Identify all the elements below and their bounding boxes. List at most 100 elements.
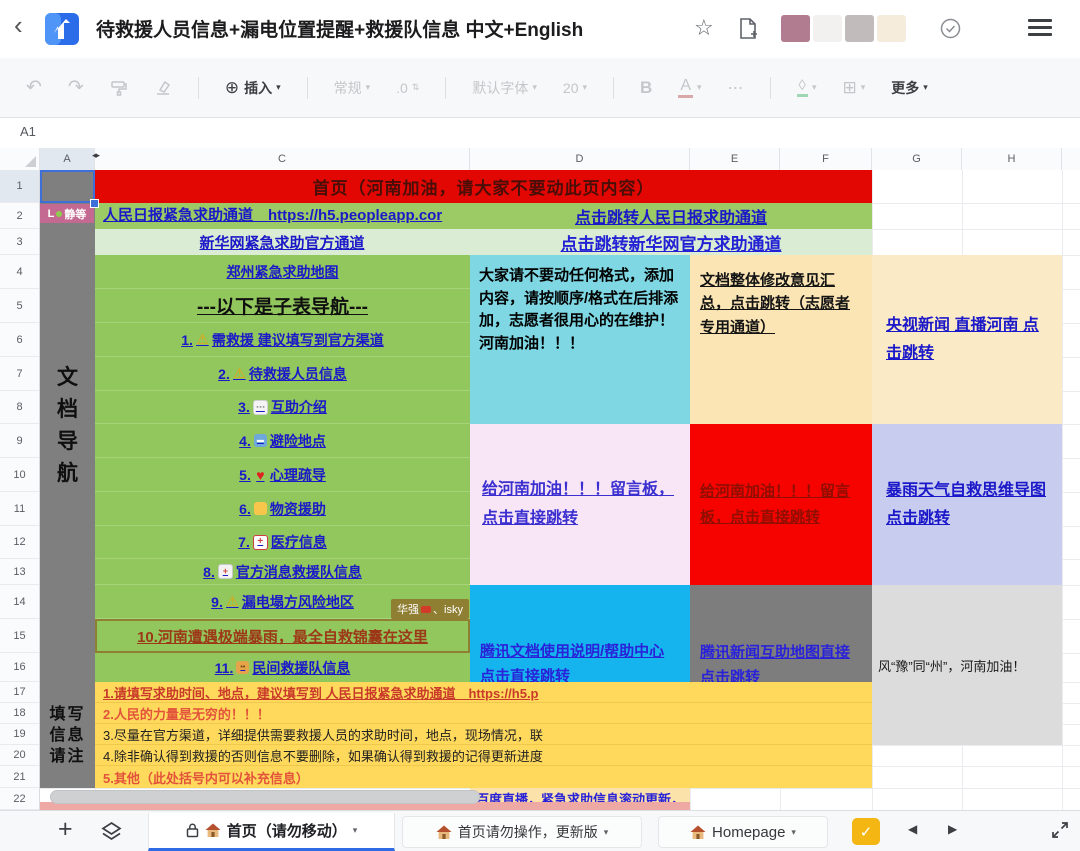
clear-format-icon[interactable] [154, 79, 172, 97]
row-number[interactable]: 10 [0, 458, 39, 492]
row-number[interactable]: 2 [0, 203, 39, 229]
row-number[interactable]: 4 [0, 255, 39, 289]
nav-item-num: 8. [203, 564, 215, 580]
column-header-A[interactable]: A [40, 148, 95, 170]
column-header-F[interactable]: F [780, 148, 872, 170]
fill-handle[interactable] [90, 199, 99, 208]
nav-item-6-link[interactable]: 6.物资援助 [95, 492, 470, 526]
tab-home-updated[interactable]: 首页请勿操作，更新版 ▾ [402, 816, 642, 848]
row-number[interactable]: 16 [0, 653, 39, 682]
row-number[interactable]: 7 [0, 357, 39, 391]
prev-sheet-icon[interactable]: ◀ [908, 822, 917, 836]
nav-item-4-link[interactable]: 4.避险地点 [95, 424, 470, 458]
tencent-docs-logo[interactable] [44, 11, 80, 47]
horizontal-scrollbar[interactable] [50, 790, 480, 804]
column-header-D[interactable]: D [470, 148, 690, 170]
row-number[interactable]: 19 [0, 724, 39, 745]
format-notice-cell[interactable]: 大家请不要动任何格式，添加内容，请按顺序/格式在后排添加，志愿者很用心的在维护！… [470, 255, 690, 424]
bold-button[interactable]: B [640, 78, 652, 98]
expand-icon[interactable] [1050, 820, 1070, 845]
tab-homepage[interactable]: Homepage ▾ [658, 816, 828, 848]
decimal-icon[interactable]: .0⇅ [396, 80, 419, 96]
row-number[interactable]: 18 [0, 703, 39, 724]
nav-zhengzhou-map-link[interactable]: 郑州紧急求助地图 [95, 255, 470, 289]
font-dropdown[interactable]: 默认字体▾ [472, 78, 537, 98]
medical-icon [253, 535, 268, 550]
add-sheet-button[interactable]: + [58, 815, 73, 844]
next-sheet-icon[interactable]: ▶ [948, 822, 957, 836]
row-number[interactable]: 13 [0, 559, 39, 585]
row-number[interactable]: 12 [0, 526, 39, 559]
feedback-link-cell[interactable]: 文档整体修改意见汇总，点击跳转（志愿者专用通道） [690, 255, 872, 424]
star-icon[interactable]: ☆ [694, 15, 714, 41]
nav-item-2-link[interactable]: 2.待救援人员信息 [95, 357, 470, 391]
column-header-E[interactable]: E [690, 148, 780, 170]
hidden-column-marker[interactable]: ◂▸ [92, 150, 99, 161]
people-daily-channel-link[interactable]: 人民日报紧急求助通道 https://h5.peopleapp.cor [95, 203, 469, 229]
nav-item-5-link[interactable]: 5.心理疏导 [95, 458, 470, 492]
column-header-C[interactable]: C [95, 148, 470, 170]
insert-button[interactable]: ⊕ 插入 ▾ [225, 78, 281, 98]
nav-item-10-link[interactable]: 10.河南遭遇极端暴雨，最全自救锦囊在这里 [95, 619, 470, 653]
row-number[interactable]: 9 [0, 424, 39, 458]
mindmap-link-cell[interactable]: 暴雨天气自救思维导图 点击跳转 [872, 424, 1062, 585]
select-all-corner[interactable] [0, 148, 40, 170]
saved-check-icon [940, 18, 961, 39]
row-number[interactable]: 20 [0, 745, 39, 766]
avatar[interactable] [845, 15, 874, 42]
home-banner-cell[interactable]: 首页（河南加油，请大家不要动此页内容） [95, 170, 872, 203]
nav-item-11-link[interactable]: 11.民间救援队信息 [95, 653, 470, 682]
avatar[interactable] [877, 15, 906, 42]
back-chevron-icon[interactable]: ‹ [14, 12, 23, 38]
row-number[interactable]: 14 [0, 585, 39, 619]
more-format-icon[interactable]: ⋯ [728, 78, 744, 98]
xinhua-jump-link[interactable]: 点击跳转新华网官方求助通道 [470, 229, 872, 255]
cell-doc-nav[interactable]: 文档导航 [40, 170, 95, 682]
nav-item-1-link[interactable]: 1.需救援 建议填写到官方渠道 [95, 323, 470, 357]
cctv-live-link-cell[interactable]: 央视新闻 直播河南 点击跳转 [872, 255, 1062, 424]
row-number[interactable]: 8 [0, 391, 39, 424]
cell-name-box[interactable]: A1 [20, 124, 36, 139]
font-size-dropdown[interactable]: 20▾ [563, 80, 587, 96]
tab-home-locked[interactable]: 首页（请勿移动） ▾ [148, 813, 395, 851]
row-number[interactable]: 17 [0, 682, 39, 703]
tab-checklist[interactable]: ✓ [852, 818, 880, 845]
row-number[interactable]: 1 [0, 170, 39, 203]
column-header-H[interactable]: H [962, 148, 1062, 170]
message-board-pink-cell[interactable]: 给河南加油！！！留言板，点击直接跳转 [470, 424, 690, 585]
nav-item-8-link[interactable]: 8.官方消息救援队信息 [95, 559, 470, 585]
xinhua-channel-link[interactable]: 新华网紧急求助官方通道 [95, 229, 469, 255]
row-number[interactable]: 15 [0, 619, 39, 653]
cell-fill-note[interactable]: 填写信息请注 [40, 682, 95, 788]
nav-item-7-link[interactable]: 7.医疗信息 [95, 526, 470, 559]
row-number[interactable]: 21 [0, 766, 39, 788]
nav-item-label: 医疗信息 [271, 532, 327, 552]
borders-button[interactable]: ⊞▾ [842, 78, 865, 98]
nav-item-num: 6. [239, 501, 251, 517]
font-color-button[interactable]: A▾ [678, 77, 701, 98]
new-page-icon[interactable] [737, 17, 759, 41]
tab-caret-icon[interactable]: ▾ [353, 825, 358, 836]
more-button[interactable]: 更多▾ [891, 78, 928, 98]
undo-icon[interactable]: ↶ [26, 76, 42, 99]
row-number[interactable]: 22 [0, 788, 39, 810]
row-number[interactable]: 3 [0, 229, 39, 255]
people-daily-jump-link[interactable]: 点击跳转人民日报求助通道 [470, 203, 872, 229]
tab-caret-icon[interactable]: ▾ [604, 827, 609, 838]
note-row: 5.其他（此处括号内可以补充信息） [95, 766, 872, 788]
column-header-G[interactable]: G [872, 148, 962, 170]
redo-icon[interactable]: ↷ [68, 76, 84, 99]
row-number[interactable]: 5 [0, 289, 39, 323]
format-painter-icon[interactable] [110, 79, 128, 97]
row-number[interactable]: 11 [0, 492, 39, 526]
avatar[interactable] [813, 15, 842, 42]
row-number[interactable]: 6 [0, 323, 39, 357]
sheet-list-icon[interactable] [100, 821, 123, 847]
avatar[interactable] [781, 15, 810, 42]
fill-color-button[interactable]: ◊▾ [797, 78, 817, 98]
menu-icon[interactable] [1028, 19, 1052, 39]
message-board-red-cell[interactable]: 给河南加油！！！留言板，点击直接跳转 [690, 424, 872, 585]
number-format-dropdown[interactable]: 常规▾ [334, 78, 371, 98]
tab-caret-icon[interactable]: ▾ [791, 827, 796, 838]
nav-item-3-link[interactable]: 3.互助介绍 [95, 391, 470, 424]
